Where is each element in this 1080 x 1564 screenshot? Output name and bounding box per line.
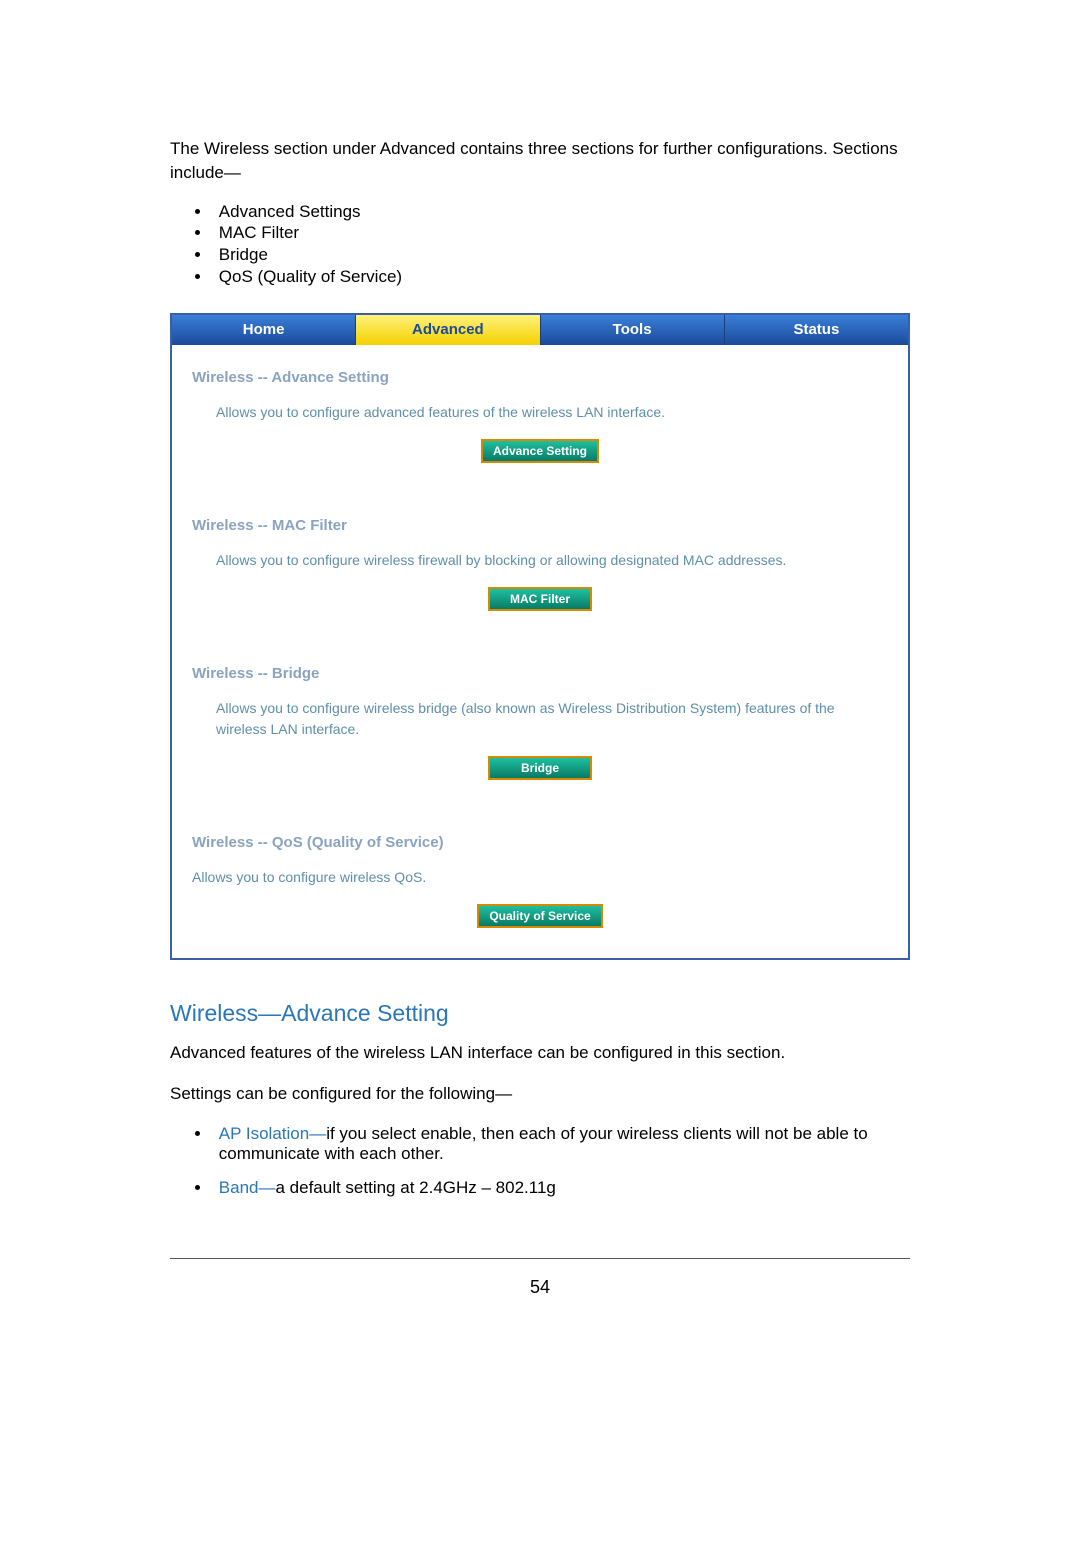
- intro-text: The Wireless section under Advanced cont…: [170, 137, 910, 185]
- section-qos: Wireless -- QoS (Quality of Service) All…: [172, 810, 908, 958]
- settings-list: AP Isolation—if you select enable, then …: [205, 1124, 910, 1198]
- advance-setting-button[interactable]: Advance Setting: [481, 439, 599, 463]
- bridge-button[interactable]: Bridge: [488, 756, 592, 780]
- tab-tools[interactable]: Tools: [541, 315, 725, 345]
- list-item: Advanced Settings: [212, 202, 910, 222]
- setting-term: AP Isolation—: [219, 1124, 326, 1143]
- section-body: Allows you to configure wireless bridge …: [216, 698, 888, 740]
- tab-advanced[interactable]: Advanced: [356, 315, 540, 345]
- sections-list: Advanced Settings MAC Filter Bridge QoS …: [205, 202, 910, 287]
- router-panel-screenshot: Home Advanced Tools Status Wireless -- A…: [170, 313, 910, 960]
- section-body: Allows you to configure wireless firewal…: [216, 550, 888, 571]
- qos-button[interactable]: Quality of Service: [477, 904, 602, 928]
- footer-rule: [170, 1258, 910, 1259]
- setting-desc: a default setting at 2.4GHz – 802.11g: [275, 1178, 555, 1197]
- page-number: 54: [170, 1277, 910, 1298]
- tab-bar: Home Advanced Tools Status: [172, 315, 908, 345]
- section-body: Allows you to configure wireless QoS.: [192, 867, 888, 888]
- section-mac-filter: Wireless -- MAC Filter Allows you to con…: [172, 493, 908, 641]
- section-advance-setting: Wireless -- Advance Setting Allows you t…: [172, 345, 908, 493]
- list-item: Bridge: [212, 245, 910, 265]
- tab-home[interactable]: Home: [172, 315, 356, 345]
- section-title: Wireless -- MAC Filter: [192, 517, 888, 534]
- list-item: AP Isolation—if you select enable, then …: [212, 1124, 910, 1164]
- body-text: Advanced features of the wireless LAN in…: [170, 1041, 910, 1065]
- list-item: QoS (Quality of Service): [212, 267, 910, 287]
- section-bridge: Wireless -- Bridge Allows you to configu…: [172, 641, 908, 810]
- setting-term: Band—: [219, 1178, 276, 1197]
- section-title: Wireless -- QoS (Quality of Service): [192, 834, 888, 851]
- mac-filter-button[interactable]: MAC Filter: [488, 587, 592, 611]
- subsection-heading: Wireless—Advance Setting: [170, 1000, 910, 1027]
- section-title: Wireless -- Bridge: [192, 665, 888, 682]
- list-item: MAC Filter: [212, 223, 910, 243]
- tab-status[interactable]: Status: [725, 315, 908, 345]
- section-title: Wireless -- Advance Setting: [192, 369, 888, 386]
- section-body: Allows you to configure advanced feature…: [216, 402, 888, 423]
- body-text: Settings can be configured for the follo…: [170, 1082, 910, 1106]
- list-item: Band—a default setting at 2.4GHz – 802.1…: [212, 1178, 910, 1198]
